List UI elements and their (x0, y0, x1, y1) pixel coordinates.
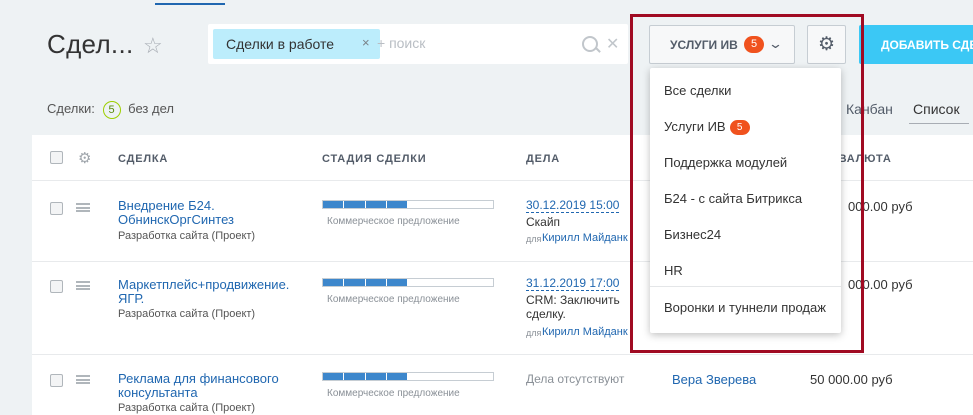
stage-label: Коммерческое предложение (327, 294, 460, 305)
chip-close-icon[interactable]: × (362, 35, 370, 50)
view-list-tab[interactable]: Список (913, 101, 960, 117)
deal-title-link[interactable]: Внедрение Б24. ОбнинскОргСинтез (118, 199, 308, 227)
row-menu-icon[interactable] (76, 375, 90, 384)
activity-user-link[interactable]: Кирилл Майданк (542, 326, 628, 338)
annotation-highlight-box (630, 14, 864, 353)
stage-label: Коммерческое предложение (327, 216, 460, 227)
select-all-checkbox[interactable] (50, 151, 63, 164)
deal-subtitle: Разработка сайта (Проект) (118, 308, 256, 320)
activity-for-label: для (526, 328, 542, 338)
activity-title[interactable]: CRM: Заключить сделку. (526, 293, 626, 321)
filter-chip[interactable]: Сделки в работе × (213, 29, 380, 59)
row-checkbox[interactable] (50, 202, 63, 215)
add-deal-button[interactable]: ДОБАВИТЬ СДЕЛКУ (859, 25, 973, 64)
activity-date-link[interactable]: 31.12.2019 17:00 (526, 277, 620, 291)
activity-user-link[interactable]: Кирилл Майданк (542, 232, 628, 244)
deal-title-link[interactable]: Маркетплейс+продвижение. ЯГР. (118, 278, 308, 306)
filter-search-box[interactable]: Сделки в работе × + поиск ✕ (208, 24, 628, 64)
activity-title[interactable]: Скайп (526, 215, 626, 229)
row-menu-icon[interactable] (76, 203, 90, 212)
stage-label: Коммерческое предложение (327, 388, 460, 399)
clear-icon[interactable]: ✕ (606, 34, 619, 54)
row-checkbox[interactable] (50, 280, 63, 293)
view-list-underline (909, 123, 969, 124)
column-header-stage[interactable]: СТАДИЯ СДЕЛКИ (322, 153, 426, 165)
column-header-deal[interactable]: СДЕЛКА (118, 153, 168, 165)
search-input[interactable]: + поиск (377, 35, 425, 51)
page-title: Сдел... (47, 29, 134, 59)
star-icon[interactable]: ☆ (143, 33, 163, 59)
deal-sum: 50 000.00 руб (810, 372, 893, 387)
summary-count-badge[interactable]: 5 (102, 101, 121, 119)
row-checkbox[interactable] (50, 374, 63, 387)
search-icon[interactable] (582, 36, 598, 52)
summary-suffix: без дел (128, 101, 174, 116)
column-header-activities[interactable]: ДЕЛА (526, 153, 560, 165)
summary-label: Сделки: (47, 101, 95, 116)
add-deal-label: ДОБАВИТЬ СДЕЛКУ (881, 38, 973, 52)
stage-progress-bar[interactable] (322, 278, 494, 287)
stage-progress-bar[interactable] (322, 372, 494, 381)
deals-summary: Сделки: 5 без дел (47, 101, 174, 119)
stage-progress-bar[interactable] (322, 200, 494, 209)
no-activities-label: Дела отсутствуют (526, 372, 625, 386)
activity-date-link[interactable]: 30.12.2019 15:00 (526, 199, 620, 213)
table-row[interactable]: Реклама для финансового консультанта Раз… (32, 355, 973, 415)
deal-subtitle: Разработка сайта (Проект) (118, 402, 256, 414)
deal-title-link[interactable]: Реклама для финансового консультанта (118, 372, 308, 400)
deal-subtitle: Разработка сайта (Проект) (118, 230, 256, 242)
row-menu-icon[interactable] (76, 281, 90, 290)
activity-for-label: для (526, 234, 542, 244)
filter-chip-label: Сделки в работе (226, 36, 335, 52)
responsible-user-link[interactable]: Вера Зверева (672, 372, 756, 387)
columns-gear-icon[interactable]: ⚙ (78, 149, 91, 167)
